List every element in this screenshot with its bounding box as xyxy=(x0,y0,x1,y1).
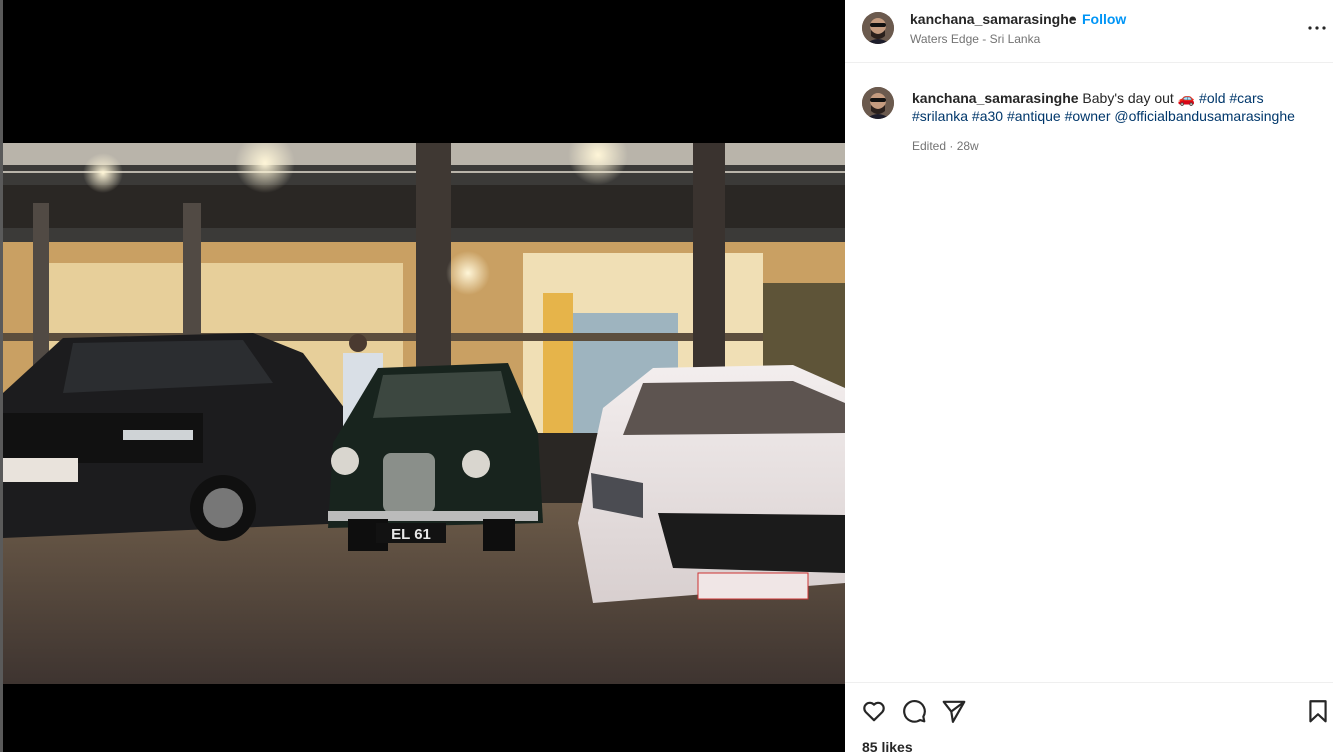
hashtag-link[interactable]: #antique xyxy=(1007,108,1061,124)
hashtag-link[interactable]: #owner xyxy=(1065,108,1111,124)
post-header: kanchana_samarasinghe • Follow Waters Ed… xyxy=(845,0,1333,63)
action-bar: 85 likes xyxy=(845,682,1333,752)
heart-icon[interactable] xyxy=(861,698,887,724)
post-media[interactable]: EL 61 xyxy=(3,0,845,752)
post-sidebar: kanchana_samarasinghe • Follow Waters Ed… xyxy=(845,0,1333,752)
likes-count[interactable]: 85 likes xyxy=(862,739,913,752)
follow-button[interactable]: Follow xyxy=(1082,11,1126,27)
hashtag-link[interactable]: #cars xyxy=(1229,90,1263,106)
send-icon[interactable] xyxy=(941,698,967,724)
caption-meta: Edited · 28w xyxy=(912,139,979,153)
license-plate-text: EL 61 xyxy=(391,526,431,543)
author-avatar[interactable] xyxy=(862,12,894,44)
hashtag-link[interactable]: #old xyxy=(1199,90,1225,106)
caption-avatar[interactable] xyxy=(862,87,894,119)
hashtag-link[interactable]: #a30 xyxy=(972,108,1003,124)
more-options-icon[interactable] xyxy=(1307,18,1327,38)
mention-link[interactable]: @officialbandusamarasinghe xyxy=(1114,108,1295,124)
comment-icon[interactable] xyxy=(901,698,927,724)
separator-dot: • xyxy=(1070,10,1075,26)
caption-body: Baby's day out 🚗 xyxy=(1082,90,1200,106)
bookmark-icon[interactable] xyxy=(1305,698,1331,724)
hashtag-link[interactable]: #srilanka xyxy=(912,108,968,124)
caption-text: kanchana_samarasinghe Baby's day out 🚗 #… xyxy=(912,89,1322,125)
post-photo: EL 61 xyxy=(3,143,845,684)
location-link[interactable]: Waters Edge - Sri Lanka xyxy=(910,32,1040,46)
author-username[interactable]: kanchana_samarasinghe xyxy=(910,11,1077,27)
caption-username[interactable]: kanchana_samarasinghe xyxy=(912,90,1079,106)
